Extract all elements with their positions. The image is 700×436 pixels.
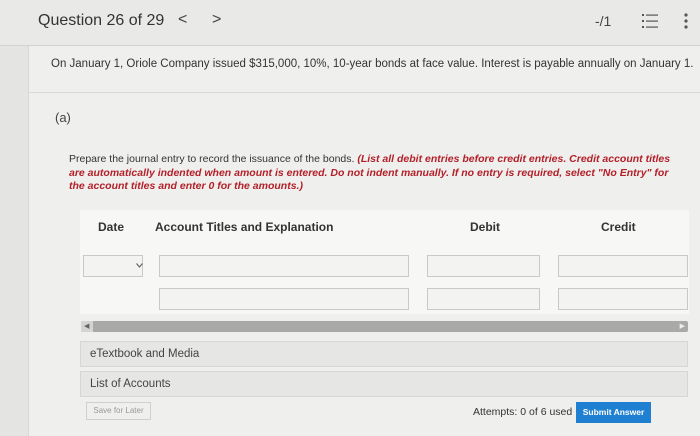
divider xyxy=(29,92,700,93)
column-header-debit: Debit xyxy=(470,220,500,234)
chevron-right-icon[interactable]: > xyxy=(212,11,221,29)
journal-entry-table: Date Account Titles and Explanation Debi… xyxy=(80,210,689,314)
credit-input[interactable] xyxy=(558,255,688,277)
etextbook-media-button[interactable]: eTextbook and Media xyxy=(80,341,688,367)
list-icon[interactable] xyxy=(642,13,658,29)
save-for-later-button[interactable]: Save for Later xyxy=(86,402,151,420)
column-header-credit: Credit xyxy=(601,220,636,234)
attempts-counter: Attempts: 0 of 6 used xyxy=(473,406,573,418)
chevron-left-icon[interactable]: < xyxy=(178,11,187,29)
column-header-date: Date xyxy=(98,220,125,234)
credit-input[interactable] xyxy=(558,288,688,310)
account-title-input[interactable] xyxy=(159,255,409,277)
instructions: Prepare the journal entry to record the … xyxy=(69,153,679,194)
score-display: -/1 xyxy=(595,13,612,29)
more-vertical-icon[interactable] xyxy=(683,12,689,30)
horizontal-scrollbar[interactable]: ◀ ▶ xyxy=(81,321,688,332)
date-select[interactable] xyxy=(83,255,143,277)
list-of-accounts-button[interactable]: List of Accounts xyxy=(80,371,688,397)
scroll-left-icon: ◀ xyxy=(84,323,90,330)
scroll-right-icon[interactable]: ▶ xyxy=(680,322,685,331)
question-body: On January 1, Oriole Company issued $315… xyxy=(28,46,700,436)
question-intro: On January 1, Oriole Company issued $315… xyxy=(51,58,694,70)
account-title-input[interactable] xyxy=(159,288,409,310)
column-header-account: Account Titles and Explanation xyxy=(155,220,334,234)
part-label: (a) xyxy=(55,110,71,125)
debit-input[interactable] xyxy=(427,255,540,277)
debit-input[interactable] xyxy=(427,288,540,310)
scroll-left-button[interactable]: ◀ xyxy=(81,321,93,332)
submit-answer-button[interactable]: Submit Answer xyxy=(576,402,651,423)
instruction-text: Prepare the journal entry to record the … xyxy=(69,153,358,165)
top-bar: Question 26 of 29 < > -/1 xyxy=(0,0,700,46)
chevron-down-icon xyxy=(136,263,143,268)
question-counter: Question 26 of 29 xyxy=(38,12,165,29)
